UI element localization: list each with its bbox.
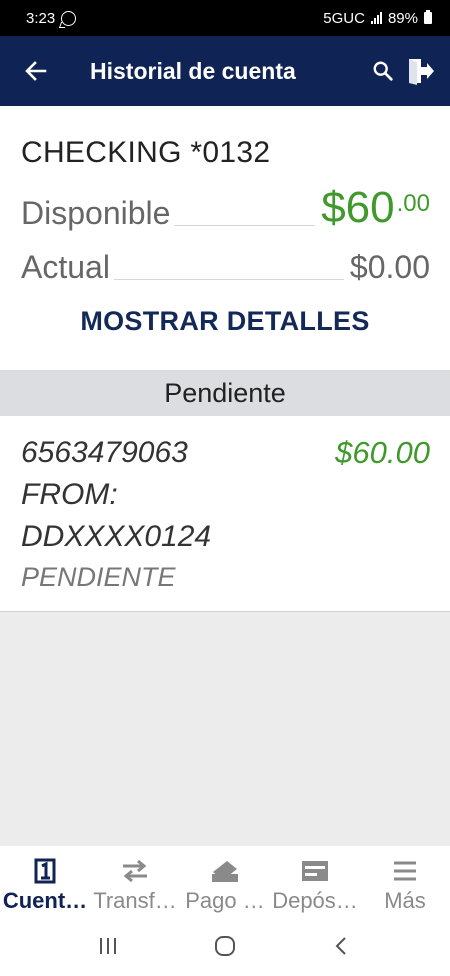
system-nav-bar [0,916,450,976]
status-bar: 3:23 5GUC 89% [0,0,450,36]
app-actions [368,51,450,91]
back-button[interactable] [0,36,72,106]
show-details-button[interactable]: MOSTRAR DETALLES [0,306,450,337]
bottom-nav: Cuent… Transf… Pago … Depós… Más [0,846,450,916]
transaction-from-label: FROM: [21,478,118,511]
available-amount-dollars: $60 [321,183,395,232]
transaction-description: 6563479063 FROM: DDXXXX0124 [21,432,281,558]
nav-label: Más [384,888,426,913]
transaction-id: 6563479063 [21,436,188,469]
page-title: Historial de cuenta [90,57,296,84]
leader-line [113,279,344,280]
leader-line [174,225,316,226]
battery-icon [424,10,432,24]
logout-icon [409,59,434,85]
system-back-icon[interactable] [331,935,353,957]
transaction-row[interactable]: 6563479063 FROM: DDXXXX0124 $60.00 PENDI… [0,416,450,612]
signal-icon [370,12,382,24]
whatsapp-notification-icon [61,10,77,26]
status-battery: 89% [387,9,418,27]
nav-pay[interactable]: Pago … [180,846,270,916]
available-label: Disponible [21,195,171,231]
pay-bill-icon [212,861,238,882]
arrow-left-icon [25,61,47,81]
search-button[interactable] [368,51,398,91]
nav-transfers[interactable]: Transf… [90,846,180,916]
pending-section-header: Pendiente [0,370,450,416]
nav-label: Pago … [185,888,265,913]
available-amount: $60.00 [321,184,430,232]
status-time: 3:23 [26,9,56,27]
current-amount: $0.00 [349,249,430,285]
home-icon[interactable] [213,934,237,958]
logout-button[interactable] [406,51,436,91]
transaction-status: PENDIENTE [21,562,176,592]
current-label: Actual [21,249,110,285]
available-balance-row: Disponible $60.00 [21,184,430,232]
app-bar: Historial de cuenta [0,36,450,106]
account-1-icon [34,858,56,884]
nav-more[interactable]: Más [360,846,450,916]
nav-accounts[interactable]: Cuent… [0,846,90,916]
nav-label: Transf… [93,888,177,913]
status-left: 3:23 [26,9,77,27]
deposit-check-icon [302,861,328,881]
nav-deposits[interactable]: Depós… [270,846,360,916]
recent-apps-icon[interactable] [97,935,119,957]
current-balance-row: Actual $0.00 [21,244,430,286]
transaction-source: DDXXXX0124 [21,520,212,553]
transaction-amount: $60.00 [335,435,430,470]
status-right: 5GUC 89% [323,10,432,27]
transfer-arrows-icon [123,859,147,883]
nav-label: Cuent… [2,888,88,913]
account-name: CHECKING *0132 [21,136,271,169]
nav-label: Depós… [272,888,358,913]
search-icon [373,61,393,81]
menu-icon [394,861,416,881]
account-summary: CHECKING *0132 Disponible $60.00 Actual … [0,106,450,370]
status-network: 5GUC [323,9,365,27]
available-amount-cents: .00 [396,190,430,217]
